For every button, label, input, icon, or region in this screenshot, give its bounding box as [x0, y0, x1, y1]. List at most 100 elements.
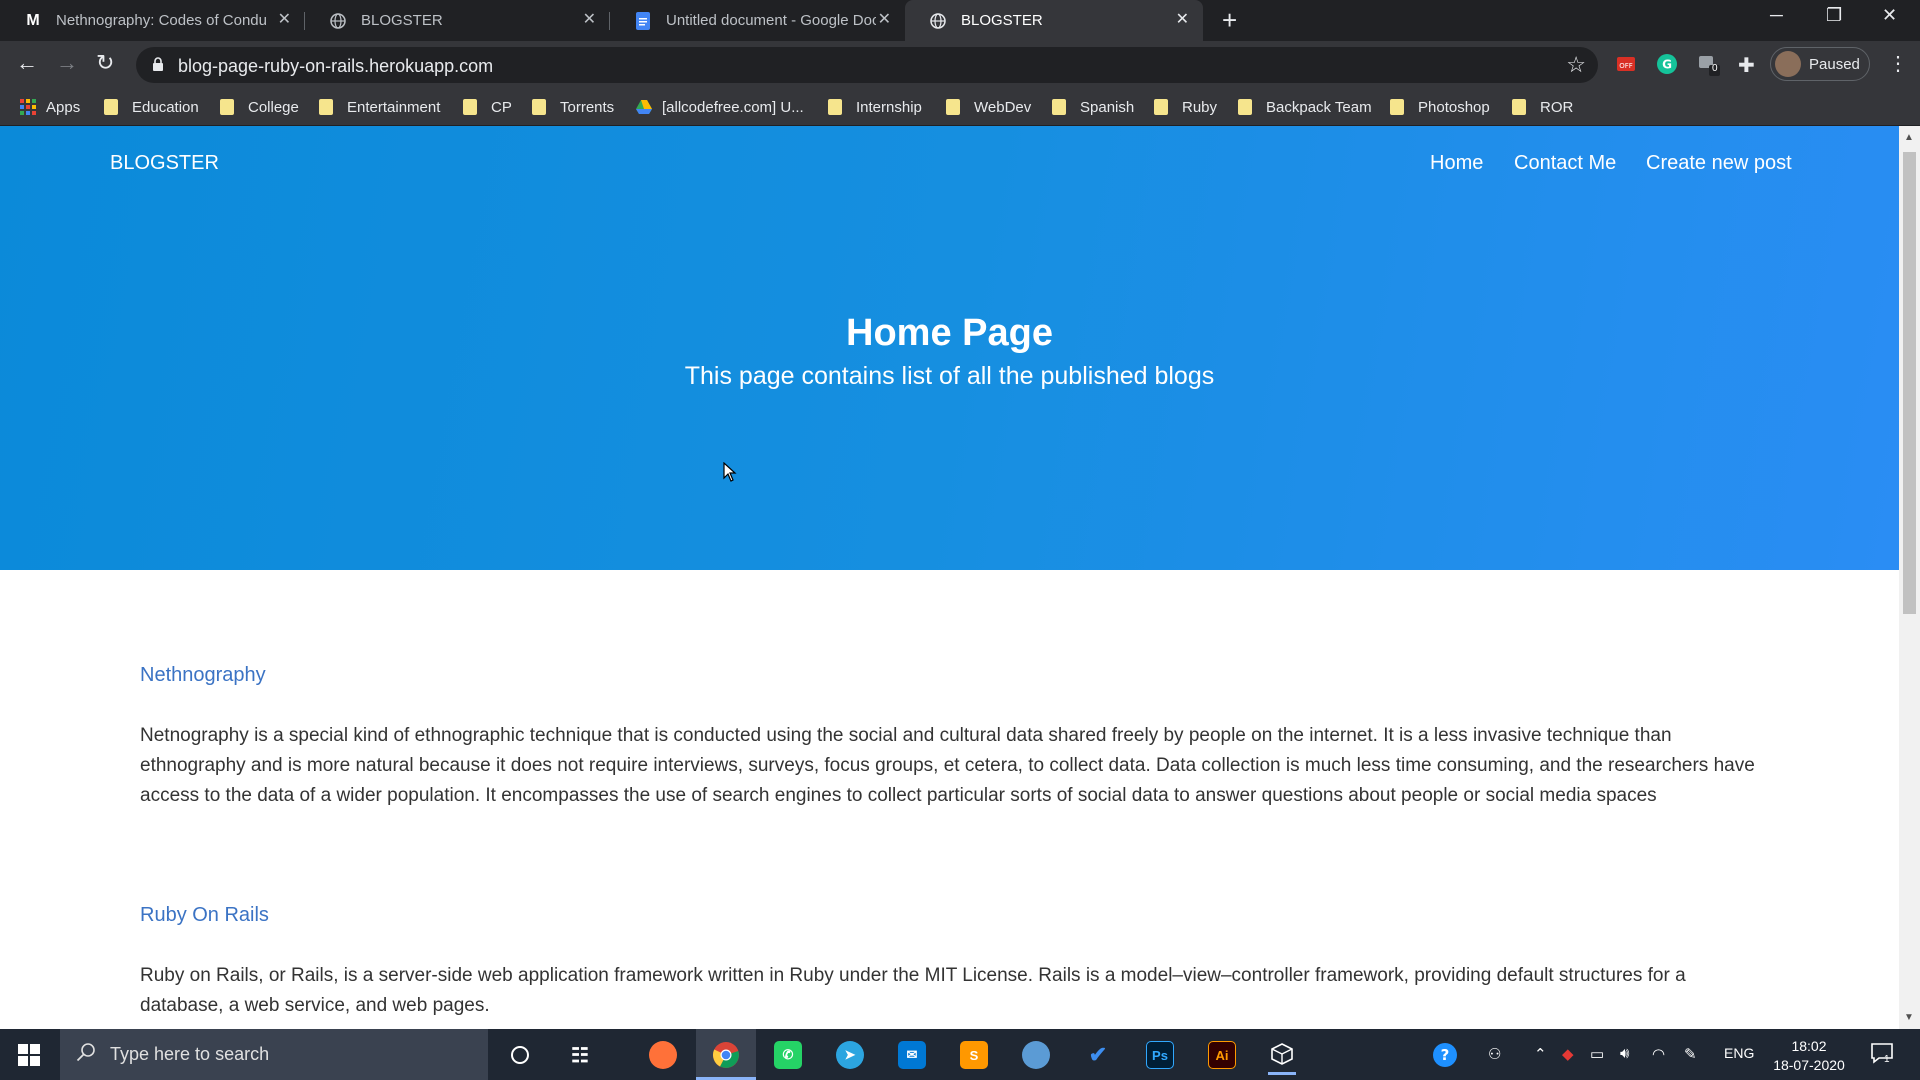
- avatar: [1775, 51, 1801, 77]
- page-subtitle: This page contains list of all the publi…: [684, 362, 1215, 390]
- close-tab-icon[interactable]: ✕: [878, 12, 891, 28]
- telegram-icon[interactable]: ➤: [836, 1041, 864, 1069]
- tab-gmail[interactable]: M Nethnography: Codes of Conduc ✕: [0, 0, 305, 41]
- close-window-icon[interactable]: ✕: [1882, 5, 1897, 26]
- photoshop-icon[interactable]: Ps: [1146, 1041, 1174, 1069]
- page-scrollbar[interactable]: ▲ ▼: [1899, 126, 1920, 1029]
- folder-icon: [1390, 99, 1404, 115]
- illustrator-icon[interactable]: Ai: [1208, 1041, 1236, 1069]
- tab-blogster-active[interactable]: BLOGSTER ✕: [905, 0, 1203, 41]
- battery-icon[interactable]: ▭: [1590, 1045, 1604, 1063]
- google-drive-icon: [636, 100, 652, 114]
- post-title-link[interactable]: Nethnography: [140, 664, 266, 686]
- bookmark-folder-photoshop[interactable]: Photoshop: [1390, 95, 1490, 119]
- bookmark-folder-backpack-team[interactable]: Backpack Team: [1238, 95, 1372, 119]
- tab-google-doc[interactable]: Untitled document - Google Doc ✕: [610, 0, 905, 41]
- forward-icon[interactable]: →: [56, 52, 78, 74]
- scrollbar-thumb[interactable]: [1903, 152, 1916, 614]
- volume-icon[interactable]: 🔊︎: [1620, 1045, 1629, 1062]
- address-bar[interactable]: blog-page-ruby-on-rails.herokuapp.com ☆: [136, 47, 1598, 83]
- app-icon[interactable]: [1022, 1041, 1050, 1069]
- back-icon[interactable]: ←: [16, 52, 38, 74]
- notification-count: 1: [1884, 1054, 1890, 1065]
- bookmark-allcodefree[interactable]: [allcodefree.com] U...: [636, 95, 804, 119]
- virtualbox-icon[interactable]: [1268, 1035, 1296, 1075]
- close-tab-icon[interactable]: ✕: [278, 12, 291, 28]
- bookmark-folder-internship[interactable]: Internship: [828, 95, 922, 119]
- taskbar-search-box[interactable]: Type here to search: [60, 1029, 488, 1080]
- minimize-icon[interactable]: ─: [1770, 5, 1783, 26]
- bookmark-folder-spanish[interactable]: Spanish: [1052, 95, 1134, 119]
- people-icon[interactable]: ⚇: [1488, 1045, 1501, 1063]
- post-body: Netnography is a special kind of ethnogr…: [140, 725, 1755, 806]
- taskbar-clock[interactable]: 18:02 18-07-2020: [1764, 1037, 1854, 1075]
- site-brand-link[interactable]: BLOGSTER: [110, 152, 219, 175]
- chrome-icon[interactable]: [712, 1041, 740, 1069]
- bookmark-folder-cp[interactable]: CP: [463, 95, 512, 119]
- bookmark-label: Backpack Team: [1266, 98, 1372, 116]
- notification-center-icon[interactable]: 1: [1870, 1041, 1894, 1069]
- extensions-puzzle-icon[interactable]: ✚: [1738, 53, 1760, 77]
- pen-icon[interactable]: ✎: [1684, 1045, 1697, 1063]
- search-icon: [76, 1042, 96, 1067]
- mail-icon[interactable]: ✉: [898, 1041, 926, 1069]
- tab-blogster[interactable]: BLOGSTER ✕: [305, 0, 610, 41]
- page-viewport: BLOGSTER Home Contact Me Create new post…: [0, 126, 1920, 1029]
- bookmark-label: Entertainment: [347, 98, 441, 116]
- bookmark-label: Photoshop: [1418, 98, 1490, 116]
- bookmarks-bar: Apps Education College Entertainment CP …: [0, 88, 1920, 126]
- extension-badge-icon[interactable]: 0: [1697, 53, 1720, 76]
- bookmark-folder-college[interactable]: College: [220, 95, 299, 119]
- bookmark-folder-entertainment[interactable]: Entertainment: [319, 95, 440, 119]
- profile-button[interactable]: Paused: [1770, 47, 1870, 81]
- bookmark-star-icon[interactable]: ☆: [1566, 52, 1586, 78]
- folder-icon: [104, 99, 118, 115]
- browser-toolbar: ← → ↻ blog-page-ruby-on-rails.herokuapp.…: [0, 41, 1920, 88]
- scroll-down-arrow-icon[interactable]: ▼: [1904, 1012, 1914, 1023]
- nav-create-post-link[interactable]: Create new post: [1646, 152, 1792, 175]
- folder-icon: [319, 99, 333, 115]
- todo-check-icon[interactable]: ✔: [1084, 1041, 1112, 1069]
- language-indicator[interactable]: ENG: [1724, 1045, 1754, 1061]
- firefox-icon[interactable]: [649, 1041, 677, 1069]
- windows-start-icon[interactable]: [18, 1044, 40, 1066]
- sublime-text-icon[interactable]: S: [960, 1041, 988, 1069]
- folder-icon: [220, 99, 234, 115]
- post-title-link[interactable]: Ruby On Rails: [140, 904, 269, 926]
- wifi-icon[interactable]: ◠: [1652, 1045, 1665, 1063]
- clock-time: 18:02: [1791, 1038, 1827, 1054]
- help-icon[interactable]: ?: [1432, 1042, 1458, 1072]
- whatsapp-icon[interactable]: ✆: [774, 1041, 802, 1069]
- bookmark-folder-ruby[interactable]: Ruby: [1154, 95, 1217, 119]
- bookmark-folder-torrents[interactable]: Torrents: [532, 95, 614, 119]
- adblock-extension-icon[interactable]: OFF: [1615, 53, 1637, 75]
- cortana-icon[interactable]: [506, 1041, 534, 1069]
- extension-badge-count: 0: [1712, 63, 1718, 74]
- close-tab-icon[interactable]: ✕: [583, 12, 596, 28]
- folder-icon: [1052, 99, 1066, 115]
- nav-home-link[interactable]: Home: [1430, 152, 1483, 175]
- bookmark-label: Spanish: [1080, 98, 1135, 116]
- restore-icon[interactable]: ❐: [1826, 5, 1842, 26]
- close-tab-icon[interactable]: ✕: [1176, 12, 1189, 28]
- tab-title: Nethnography: Codes of Conduc: [56, 12, 266, 29]
- new-tab-button[interactable]: +: [1222, 6, 1237, 34]
- bookmark-label: WebDev: [974, 98, 1032, 116]
- bookmark-folder-webdev[interactable]: WebDev: [946, 95, 1031, 119]
- task-view-icon[interactable]: ☷: [566, 1041, 594, 1069]
- nav-contact-link[interactable]: Contact Me: [1514, 152, 1616, 175]
- bookmark-apps[interactable]: Apps: [20, 95, 80, 119]
- show-hidden-icons-chevron-icon[interactable]: ⌃: [1534, 1045, 1547, 1063]
- folder-icon: [532, 99, 546, 115]
- scroll-up-arrow-icon[interactable]: ▲: [1904, 132, 1914, 143]
- folder-icon: [946, 99, 960, 115]
- reload-icon[interactable]: ↻: [96, 52, 114, 74]
- bookmark-folder-ror[interactable]: ROR: [1512, 95, 1573, 119]
- bookmark-label: College: [248, 98, 299, 116]
- bookmark-folder-education[interactable]: Education: [104, 95, 199, 119]
- grammarly-icon[interactable]: G: [1656, 53, 1678, 75]
- antivirus-icon[interactable]: ◆: [1562, 1045, 1574, 1063]
- chrome-menu-icon[interactable]: ⋮: [1888, 51, 1908, 76]
- bookmark-label: [allcodefree.com] U...: [662, 98, 804, 116]
- tab-title: BLOGSTER: [361, 12, 443, 29]
